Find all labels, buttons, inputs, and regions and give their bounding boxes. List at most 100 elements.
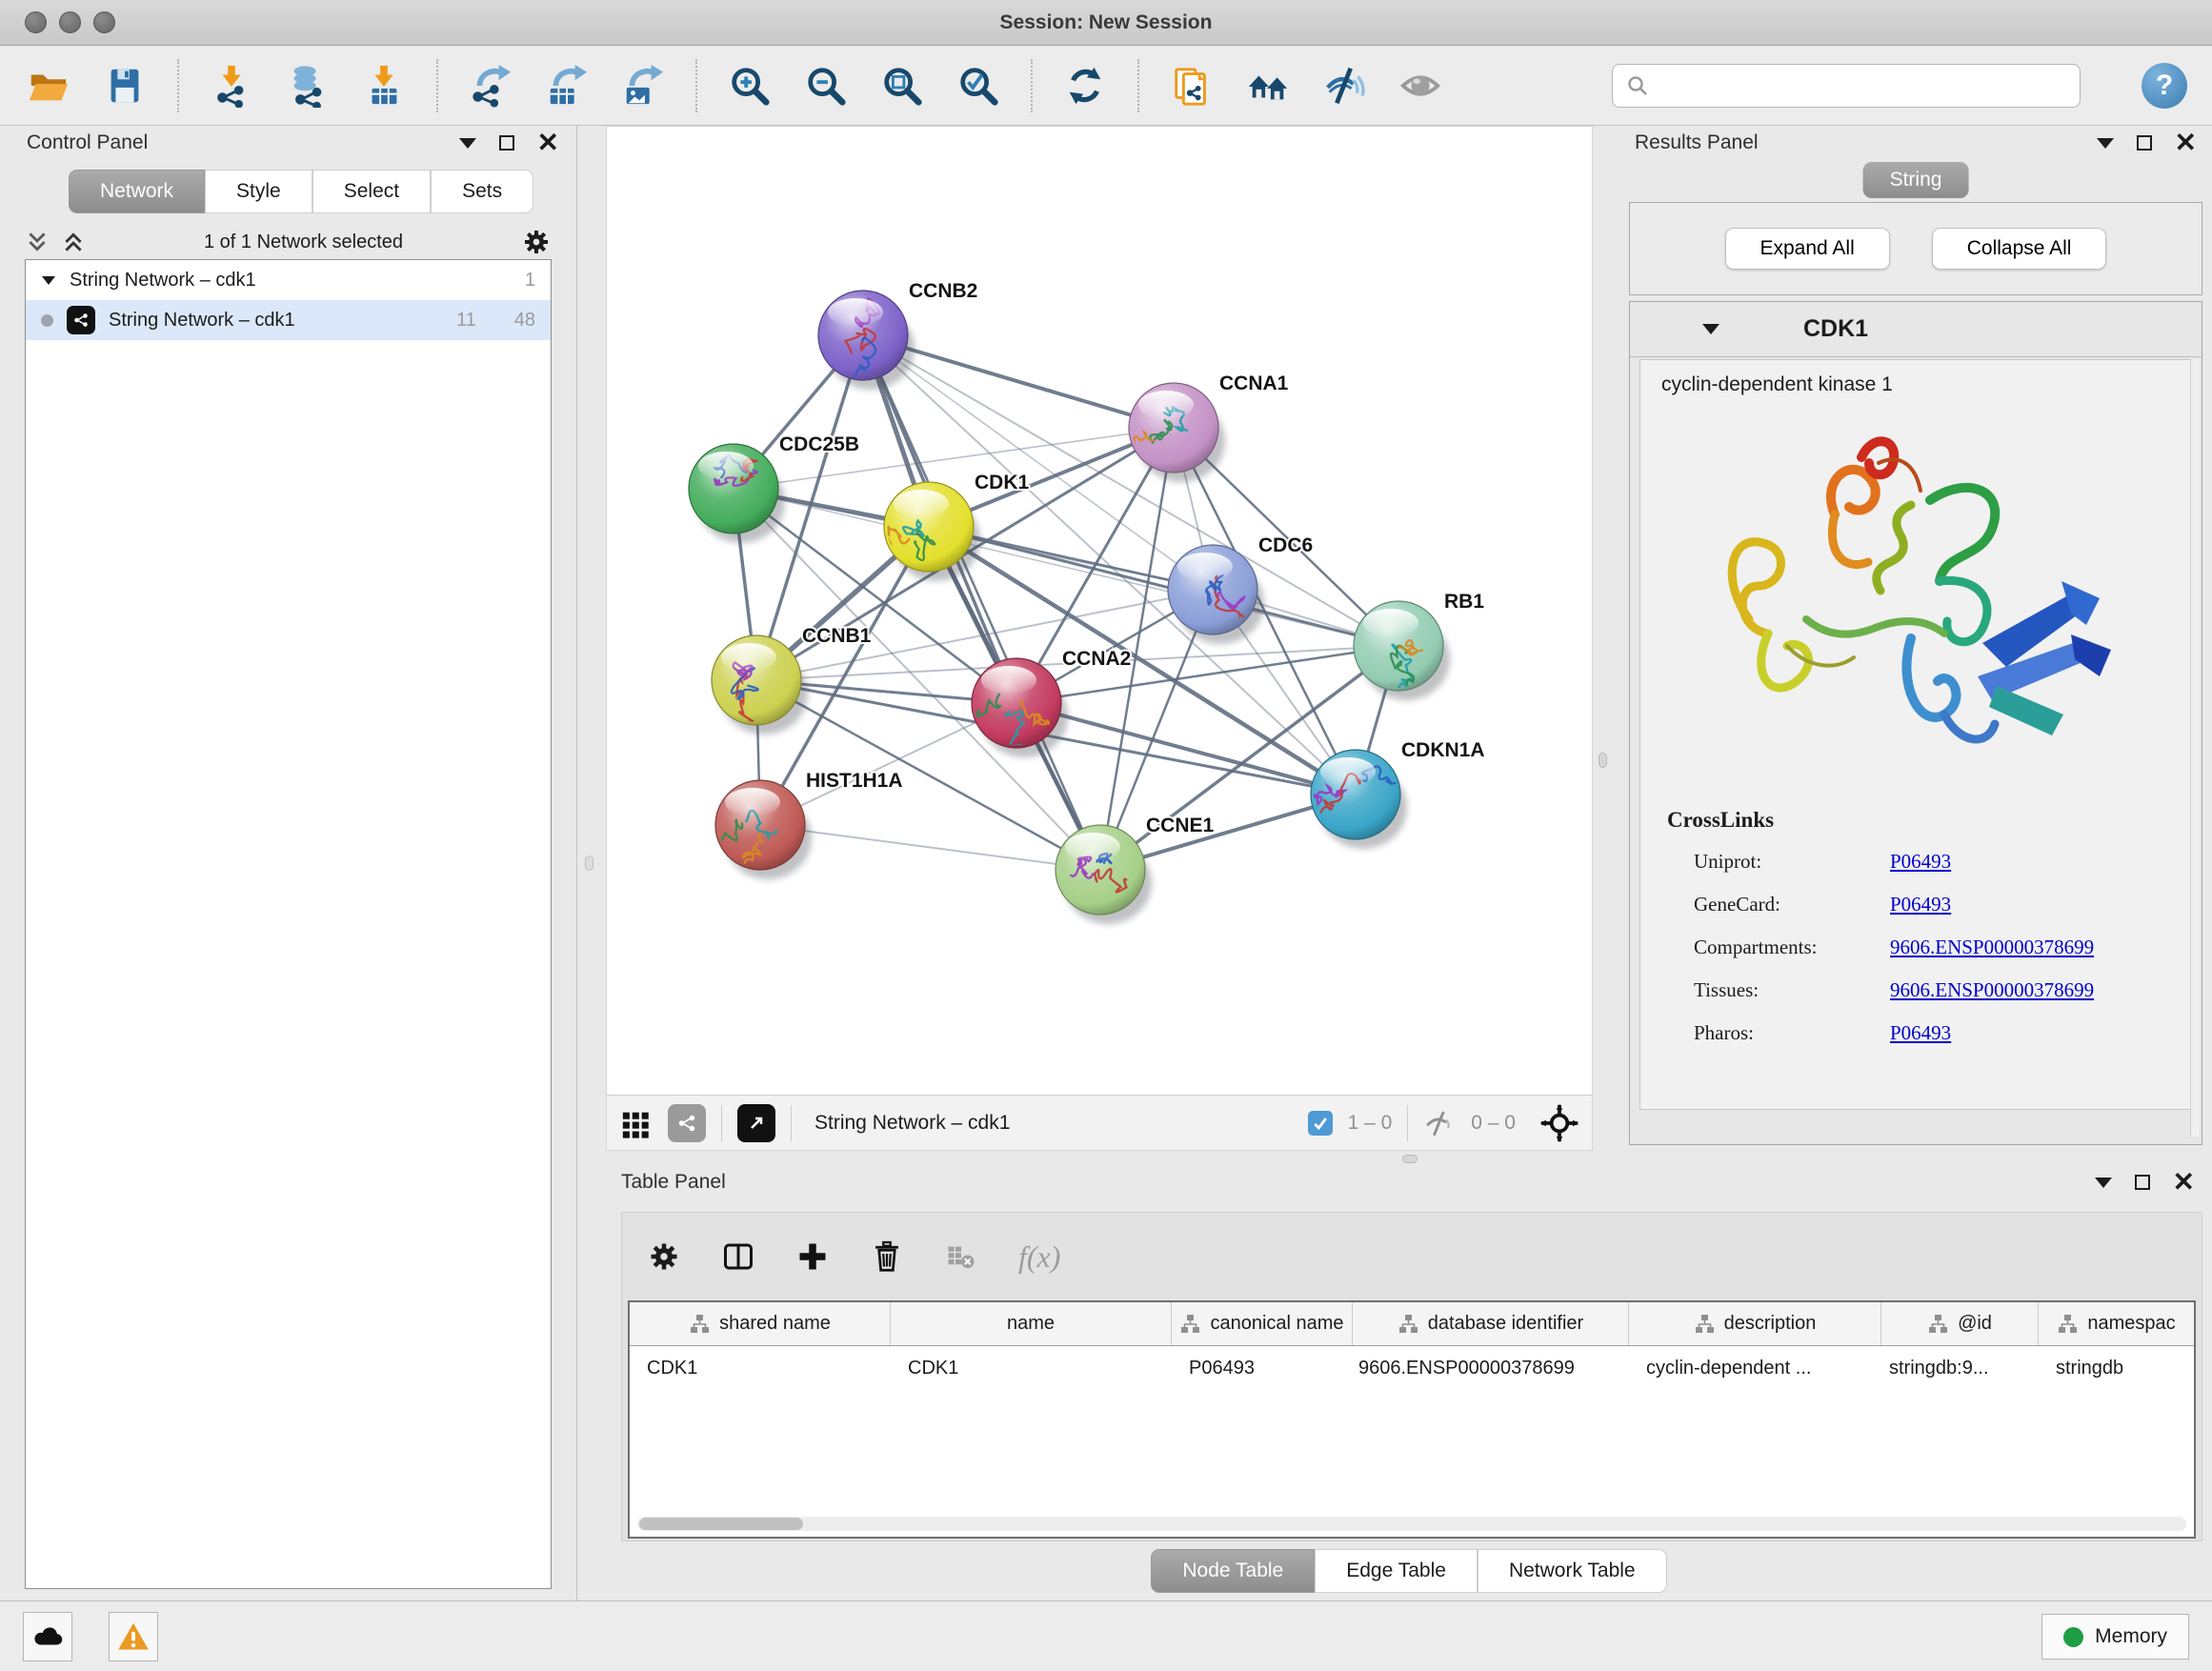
table-options-gear-icon[interactable] — [647, 1239, 681, 1274]
show-columns-icon[interactable] — [721, 1239, 755, 1274]
delete-column-trash-icon[interactable] — [870, 1239, 904, 1274]
crosslink-link-tissues[interactable]: 9606.ENSP00000378699 — [1890, 978, 2094, 1002]
expand-all-button[interactable]: Expand All — [1725, 228, 1890, 270]
network-collection-row[interactable]: String Network – cdk1 1 — [26, 260, 551, 300]
export-network-icon[interactable] — [467, 62, 514, 110]
hide-details-eye-icon[interactable] — [1320, 62, 1368, 110]
pan-crosshair-icon[interactable] — [1540, 1104, 1579, 1142]
panel-menu-icon[interactable] — [2095, 1178, 2112, 1188]
column-header[interactable]: name — [891, 1302, 1172, 1345]
tab-network-table[interactable]: Network Table — [1478, 1549, 1667, 1593]
network-node-RB1[interactable] — [1354, 601, 1450, 703]
apply-layout-icon[interactable] — [1061, 62, 1109, 110]
tab-style[interactable]: Style — [205, 170, 312, 213]
panel-menu-icon[interactable] — [459, 138, 476, 149]
open-session-icon[interactable] — [25, 62, 72, 110]
import-network-file-icon[interactable] — [208, 62, 255, 110]
warnings-button[interactable] — [109, 1612, 158, 1661]
network-canvas[interactable]: CCNB2CCNA1CDC25BCDK1CDC6RB1CCNB1CCNA2CDK… — [607, 127, 1592, 1095]
add-column-icon[interactable] — [795, 1239, 830, 1274]
protein-section-header[interactable]: CDK1 — [1630, 302, 2202, 357]
network-options-gear-icon[interactable] — [521, 227, 552, 257]
zoom-selected-icon[interactable] — [955, 62, 1002, 110]
help-icon[interactable]: ? — [2142, 63, 2187, 109]
column-header[interactable]: database identifier — [1353, 1302, 1629, 1345]
cell-shared-name[interactable]: CDK1 — [630, 1346, 891, 1390]
tab-sets[interactable]: Sets — [431, 170, 533, 213]
close-panel-icon[interactable]: ✕ — [2173, 1175, 2195, 1190]
horizontal-splitter-handle[interactable] — [1402, 1155, 1418, 1163]
eye-sphere-icon[interactable] — [1397, 62, 1444, 110]
column-header[interactable]: namespac — [2039, 1302, 2194, 1345]
hidden-eye-slash-icon[interactable] — [1423, 1109, 1456, 1137]
network-node-CDC25B[interactable] — [689, 444, 785, 543]
network-node-CDKN1A[interactable] — [1309, 750, 1407, 849]
tab-node-table[interactable]: Node Table — [1151, 1549, 1315, 1593]
zoom-window-button[interactable] — [93, 11, 115, 33]
export-image-icon[interactable] — [619, 62, 667, 110]
close-panel-icon[interactable]: ✕ — [2175, 135, 2197, 151]
table-horizontal-scrollbar[interactable] — [637, 1517, 2186, 1531]
network-node-CCNB2[interactable] — [818, 291, 915, 390]
string-home-icon[interactable] — [1244, 62, 1292, 110]
export-table-icon[interactable] — [543, 62, 591, 110]
cell-database-identifier[interactable]: 9606.ENSP00000378699 — [1353, 1346, 1629, 1390]
zoom-fit-icon[interactable] — [878, 62, 926, 110]
crosslink-link-compartments[interactable]: 9606.ENSP00000378699 — [1890, 936, 2094, 959]
tab-select[interactable]: Select — [312, 170, 431, 213]
expand-all-icon[interactable] — [61, 230, 86, 254]
right-splitter-handle[interactable] — [1599, 753, 1607, 768]
column-header[interactable]: shared name — [630, 1302, 891, 1345]
results-scrollbar[interactable] — [2190, 359, 2200, 1137]
zoom-in-icon[interactable] — [726, 62, 774, 110]
network-node-CCNE1[interactable] — [1056, 825, 1152, 924]
column-header[interactable]: canonical name — [1172, 1302, 1353, 1345]
expander-icon[interactable] — [41, 274, 56, 286]
import-table-file-icon[interactable] — [360, 62, 408, 110]
crosslink-link-uniprot[interactable]: P06493 — [1890, 850, 1951, 874]
save-session-icon[interactable] — [101, 62, 149, 110]
cell-id[interactable]: stringdb:9... — [1881, 1346, 2039, 1390]
cell-namespace[interactable]: stringdb — [2039, 1346, 2194, 1390]
tab-network[interactable]: Network — [69, 170, 205, 213]
node-label-CDKN1A: CDKN1A — [1401, 739, 1485, 761]
network-from-clipboard-icon[interactable] — [1168, 62, 1216, 110]
left-splitter-handle[interactable] — [585, 856, 593, 871]
cloud-status-button[interactable] — [23, 1612, 72, 1661]
section-expander-icon[interactable] — [1702, 324, 1719, 334]
crosslink-link-genecard[interactable]: P06493 — [1890, 893, 1951, 916]
network-node-CCNA2[interactable] — [964, 658, 1068, 757]
zoom-out-icon[interactable] — [802, 62, 850, 110]
float-panel-icon[interactable] — [2137, 135, 2152, 151]
tab-string[interactable]: String — [1863, 162, 1969, 198]
collapse-all-icon[interactable] — [25, 230, 50, 254]
collapse-all-button[interactable]: Collapse All — [1932, 228, 2107, 270]
import-network-database-icon[interactable] — [284, 62, 332, 110]
grid-view-icon[interactable] — [620, 1107, 653, 1139]
network-edge-HIST1H1A-CCNE1[interactable] — [760, 825, 1100, 870]
birds-eye-view-icon[interactable] — [737, 1104, 775, 1142]
network-share-icon[interactable] — [668, 1104, 706, 1142]
scrollbar-thumb[interactable] — [639, 1518, 803, 1530]
network-row-selected[interactable]: String Network – cdk1 11 48 — [26, 300, 551, 340]
tab-edge-table[interactable]: Edge Table — [1315, 1549, 1478, 1593]
network-node-CDK1[interactable] — [880, 482, 980, 581]
close-panel-icon[interactable]: ✕ — [537, 135, 559, 151]
network-node-HIST1H1A[interactable] — [705, 780, 812, 879]
cell-canonical-name[interactable]: P06493 — [1172, 1346, 1353, 1390]
network-node-CCNA1[interactable] — [1124, 383, 1225, 482]
cell-description[interactable]: cyclin-dependent ... — [1629, 1346, 1881, 1390]
cell-name[interactable]: CDK1 — [891, 1346, 1172, 1390]
crosslink-link-pharos[interactable]: P06493 — [1890, 1021, 1951, 1045]
panel-menu-icon[interactable] — [2097, 138, 2114, 149]
network-edge-CDC25B-RB1[interactable] — [734, 489, 1398, 646]
float-panel-icon[interactable] — [499, 135, 514, 151]
selected-checkbox-icon[interactable] — [1308, 1111, 1333, 1136]
close-window-button[interactable] — [25, 11, 47, 33]
memory-button[interactable]: Memory — [2041, 1614, 2189, 1660]
search-input[interactable] — [1659, 74, 2066, 96]
column-header[interactable]: @id — [1881, 1302, 2039, 1345]
minimize-window-button[interactable] — [59, 11, 81, 33]
column-header[interactable]: description — [1629, 1302, 1881, 1345]
float-panel-icon[interactable] — [2135, 1175, 2150, 1190]
